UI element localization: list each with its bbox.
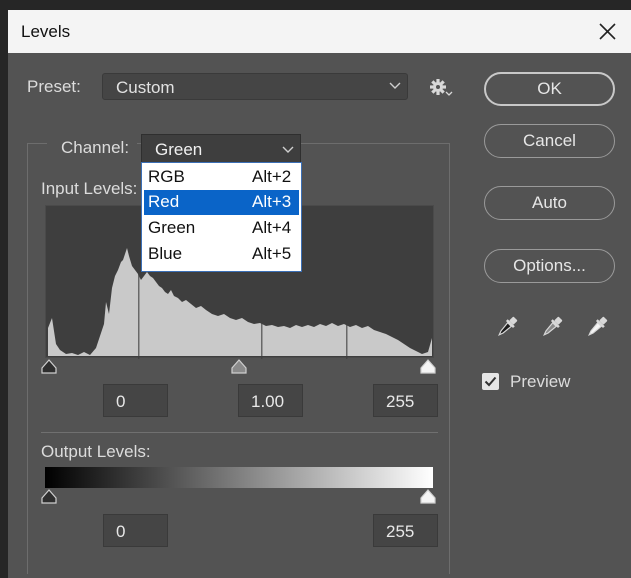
channel-label: Channel: <box>61 138 130 157</box>
input-black-value: 0 <box>116 392 126 411</box>
output-gradient-bar <box>45 467 433 488</box>
output-white-field[interactable]: 255 <box>373 514 438 547</box>
output-white-value: 255 <box>386 522 415 541</box>
menu-item-label: RGB <box>148 167 185 186</box>
output-white-slider-handle[interactable] <box>419 489 437 505</box>
checkmark-icon <box>484 376 497 387</box>
title-bar: Levels <box>8 10 631 53</box>
input-gamma-field[interactable]: 1.00 <box>238 384 303 417</box>
menu-item-rgb[interactable]: RGB Alt+2 <box>144 165 299 190</box>
preset-select[interactable]: Custom <box>102 73 408 100</box>
close-icon[interactable] <box>595 17 621 45</box>
white-point-eyedropper-icon[interactable] <box>584 314 610 340</box>
channel-select[interactable]: Green <box>141 134 301 163</box>
gear-icon[interactable] <box>429 78 453 98</box>
options-button[interactable]: Options... <box>484 249 615 283</box>
cancel-button[interactable]: Cancel <box>484 124 615 158</box>
menu-item-shortcut: Alt+4 <box>252 218 292 237</box>
channel-dropdown-menu: RGB Alt+2 Red Alt+3 Green Alt+4 Blue Alt… <box>141 162 302 272</box>
section-divider <box>41 432 438 433</box>
auto-button[interactable]: Auto <box>484 186 615 220</box>
input-gamma-slider-handle[interactable] <box>230 359 248 375</box>
menu-item-label: Blue <box>148 244 183 263</box>
channel-value: Green <box>155 140 203 159</box>
preview-checkbox[interactable] <box>482 373 499 390</box>
output-black-field[interactable]: 0 <box>103 514 168 547</box>
input-white-value: 255 <box>386 392 415 411</box>
menu-item-label: Green <box>148 218 196 237</box>
output-levels-label: Output Levels: <box>41 442 151 461</box>
input-levels-label: Input Levels: <box>41 179 138 198</box>
menu-item-label: Red <box>148 192 180 211</box>
output-black-slider-handle[interactable] <box>40 489 58 505</box>
preset-label: Preset: <box>27 77 81 96</box>
chevron-down-icon <box>282 146 294 153</box>
menu-item-red[interactable]: Red Alt+3 <box>144 190 299 215</box>
output-black-value: 0 <box>116 522 126 541</box>
preview-label: Preview <box>510 372 571 391</box>
window-title: Levels <box>21 22 71 41</box>
input-gamma-value: 1.00 <box>251 392 285 411</box>
menu-item-green[interactable]: Green Alt+4 <box>144 216 299 241</box>
input-white-field[interactable]: 255 <box>373 384 438 417</box>
input-black-field[interactable]: 0 <box>103 384 168 417</box>
chevron-down-icon <box>389 82 401 89</box>
ok-button[interactable]: OK <box>484 72 615 106</box>
menu-item-shortcut: Alt+3 <box>252 192 292 211</box>
menu-item-shortcut: Alt+2 <box>252 167 292 186</box>
menu-item-blue[interactable]: Blue Alt+5 <box>144 242 299 267</box>
preset-value: Custom <box>116 78 175 97</box>
input-white-slider-handle[interactable] <box>419 359 437 375</box>
black-point-eyedropper-icon[interactable] <box>494 314 520 340</box>
menu-item-shortcut: Alt+5 <box>252 244 292 263</box>
input-black-slider-handle[interactable] <box>40 359 58 375</box>
gray-point-eyedropper-icon[interactable] <box>539 314 565 340</box>
